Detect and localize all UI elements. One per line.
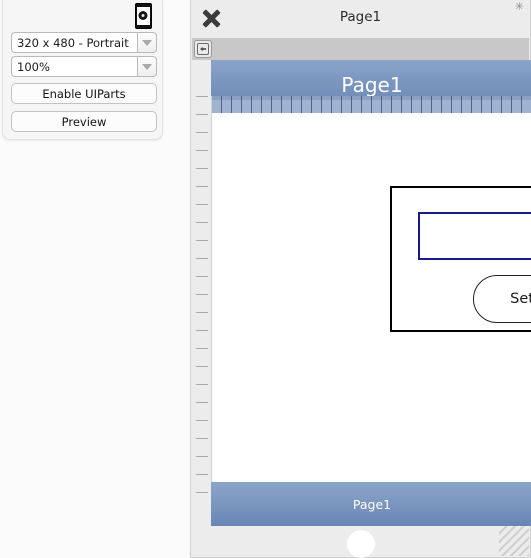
preview-button[interactable]: Preview <box>11 111 157 132</box>
chevron-down-icon <box>142 63 152 70</box>
zoom-level-value: 100% <box>11 56 137 77</box>
app-footer-title: Page1 <box>352 497 392 512</box>
set-text-input[interactable] <box>418 212 531 260</box>
return-arrow-icon[interactable] <box>194 40 212 58</box>
zoom-level-select[interactable]: 100% <box>11 56 157 77</box>
ruler-ticks <box>196 96 208 494</box>
chevron-down-icon <box>142 39 152 46</box>
app-header-title: Page1 <box>341 73 403 97</box>
device-size-select[interactable]: 320 x 480 - Portrait <box>11 32 157 53</box>
ui-panel-container[interactable]: Set Text <box>390 186 531 332</box>
ruler-ticks <box>211 96 531 113</box>
editor-window: Page1 ✳ Page1 Page1 Se <box>190 0 531 558</box>
tool-panel: 320 x 480 - Portrait 100% Enable UIParts… <box>2 0 163 140</box>
app-root: 320 x 480 - Portrait 100% Enable UIParts… <box>0 0 531 558</box>
app-footer-bar: Page1 <box>211 482 531 526</box>
phone-lens-icon <box>138 11 148 20</box>
vertical-ruler <box>192 96 212 494</box>
editor-toolbar <box>192 38 529 60</box>
device-size-value: 320 x 480 - Portrait <box>11 32 137 53</box>
resize-grip-icon[interactable] <box>499 526 529 556</box>
home-circle-button[interactable] <box>346 530 375 558</box>
zoom-level-dropdown-button[interactable] <box>137 56 157 77</box>
set-text-button[interactable]: Set Text <box>473 275 531 323</box>
device-preview-icon-button[interactable] <box>130 2 156 30</box>
device-size-dropdown-button[interactable] <box>137 32 157 53</box>
window-titlebar: Page1 ✳ <box>191 0 530 38</box>
modified-marker-icon: ✳ <box>514 0 524 13</box>
horizontal-ruler <box>211 96 531 113</box>
window-title: Page1 <box>339 9 382 25</box>
enable-uiparts-button[interactable]: Enable UIParts <box>11 83 157 104</box>
phone-camera-icon <box>134 3 152 29</box>
